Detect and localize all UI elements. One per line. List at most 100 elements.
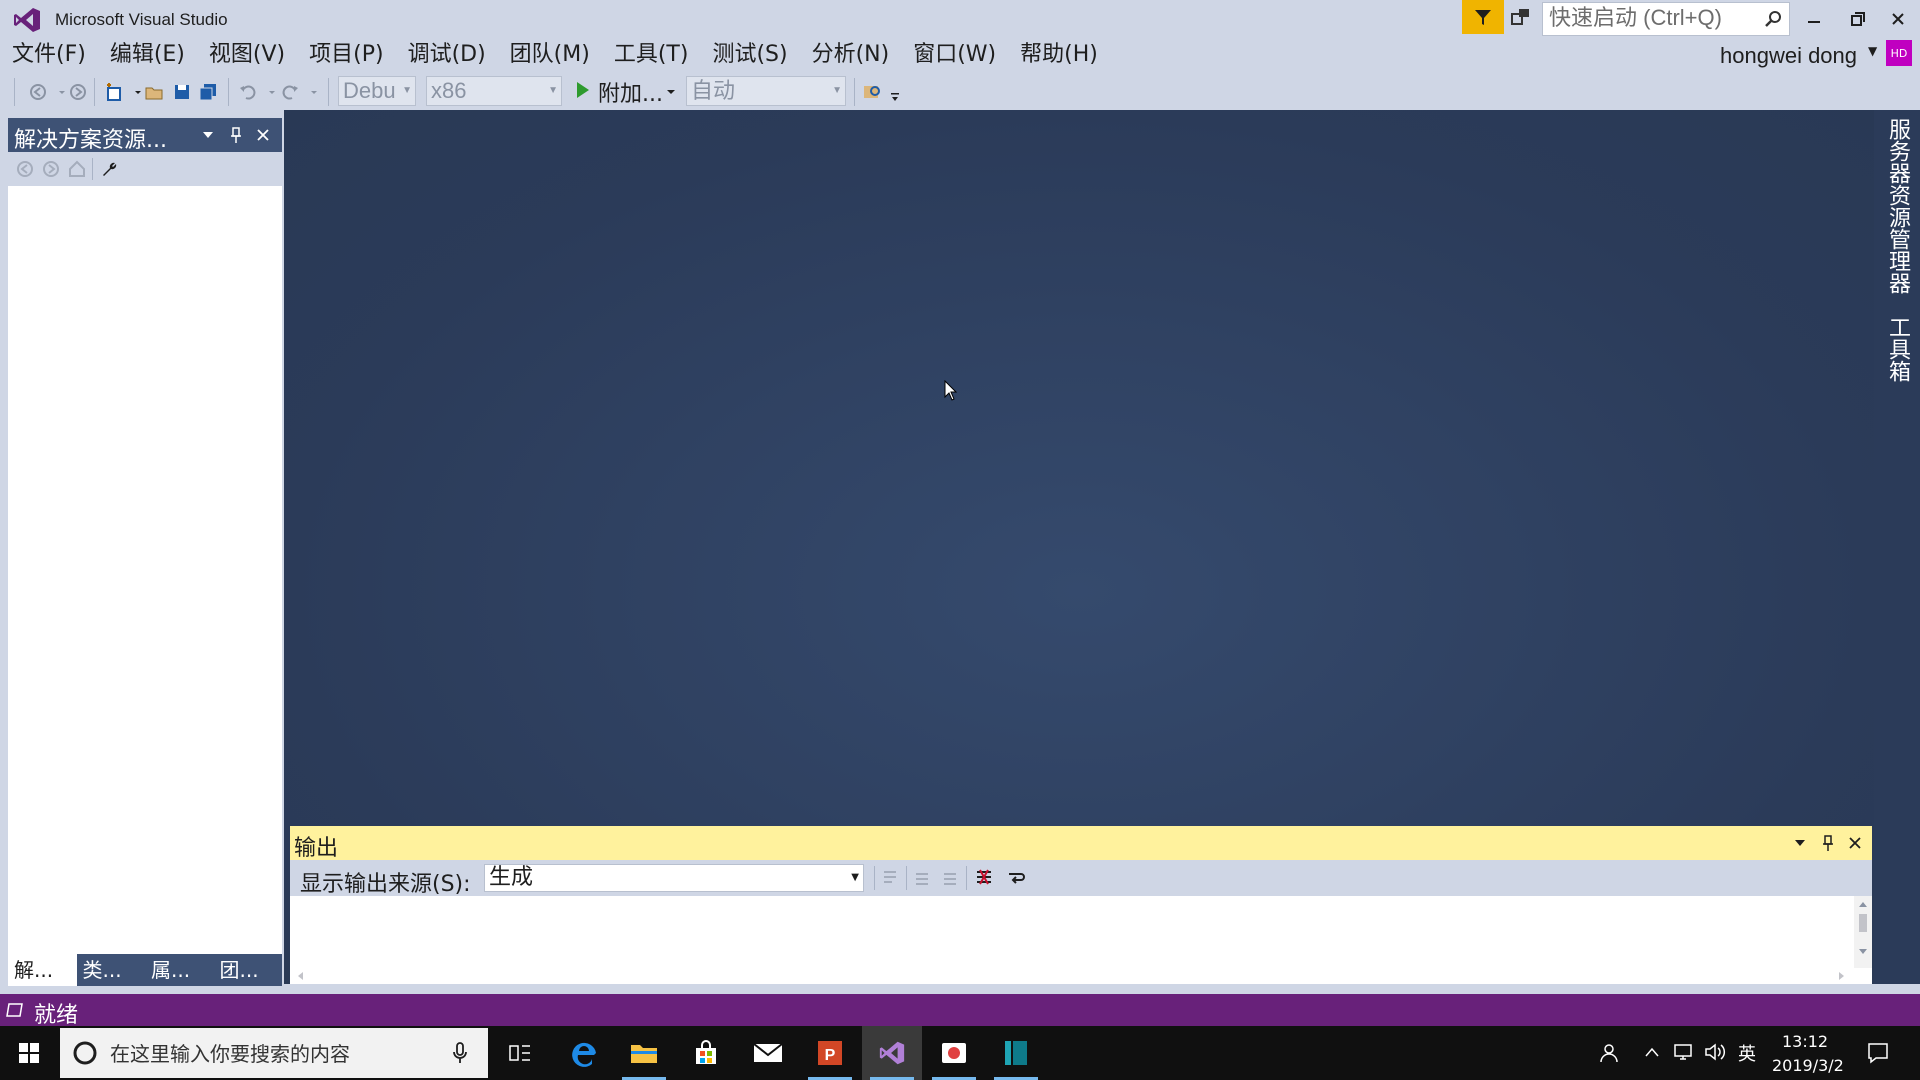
microphone-icon[interactable] — [452, 1041, 468, 1065]
task-view-button[interactable] — [490, 1026, 550, 1080]
output-text-area[interactable] — [290, 896, 1872, 984]
previous-message-icon[interactable] — [912, 868, 932, 888]
user-name[interactable]: hongwei dong — [1720, 43, 1857, 69]
chevron-down-icon[interactable] — [262, 82, 282, 102]
avatar[interactable]: HD — [1886, 40, 1912, 66]
scroll-right-icon[interactable] — [1838, 971, 1846, 981]
clear-all-icon[interactable] — [974, 868, 994, 888]
pin-icon[interactable] — [230, 126, 242, 144]
toolbar-grip[interactable] — [14, 78, 15, 106]
taskbar-search-box[interactable] — [60, 1028, 488, 1078]
chevron-down-icon[interactable] — [1794, 838, 1806, 848]
screen-recorder-icon — [942, 1043, 966, 1063]
quick-launch-box[interactable] — [1542, 2, 1790, 36]
vertical-scrollbar[interactable] — [1854, 896, 1872, 968]
tab-properties[interactable]: 属... — [145, 954, 214, 986]
open-file-icon[interactable] — [144, 82, 164, 102]
taskbar-app-recorder[interactable] — [924, 1026, 984, 1080]
feedback-icon[interactable] — [1510, 6, 1532, 28]
taskbar-app-powerpoint[interactable]: P — [800, 1026, 860, 1080]
start-debugging-icon[interactable] — [576, 80, 590, 100]
taskbar-app-file-explorer[interactable] — [614, 1026, 674, 1080]
save-all-icon[interactable] — [198, 82, 218, 102]
undo-icon[interactable] — [238, 82, 258, 102]
find-in-files-icon[interactable] — [862, 82, 882, 102]
close-icon[interactable] — [1848, 836, 1862, 850]
network-icon[interactable] — [1672, 1042, 1694, 1062]
taskbar-app-visual-studio[interactable] — [862, 1026, 922, 1080]
next-message-icon[interactable] — [940, 868, 960, 888]
input-method-indicator[interactable]: 英 — [1738, 1040, 1756, 1066]
tab-solution-explorer[interactable]: 解... — [8, 954, 77, 986]
home-icon[interactable] — [68, 160, 86, 178]
word-wrap-icon[interactable] — [1006, 868, 1026, 888]
search-icon[interactable] — [1763, 9, 1783, 29]
solution-configuration-select[interactable]: Debu ▼ — [338, 76, 416, 106]
start-button[interactable] — [0, 1026, 58, 1080]
save-icon[interactable] — [172, 82, 192, 102]
output-source-select[interactable]: 生成 ▼ — [484, 864, 864, 892]
notifications-filter-button[interactable] — [1462, 0, 1504, 34]
windows-logo-icon — [19, 1043, 39, 1063]
navigate-forward-icon[interactable] — [68, 82, 88, 102]
volume-icon[interactable] — [1704, 1042, 1726, 1062]
store-icon — [696, 1040, 716, 1064]
people-icon[interactable] — [1598, 1042, 1620, 1064]
clock-date[interactable]: 2019/3/2 — [1772, 1056, 1844, 1075]
chevron-down-icon[interactable] — [304, 82, 324, 102]
scroll-thumb[interactable] — [1859, 914, 1867, 932]
solution-platform-select[interactable]: x86 ▼ — [426, 76, 562, 106]
close-icon[interactable] — [256, 128, 270, 142]
horizontal-scrollbar[interactable] — [290, 968, 1854, 984]
scroll-up-icon[interactable] — [1858, 900, 1868, 908]
taskbar-search-input[interactable] — [108, 1038, 432, 1070]
action-center-icon[interactable] — [1866, 1041, 1890, 1065]
menu-debug[interactable]: 调试(D) — [396, 40, 498, 70]
toolbox-tab[interactable]: 工具箱 — [1874, 316, 1920, 390]
new-project-icon[interactable] — [104, 82, 124, 102]
toolbar-separator — [228, 78, 229, 106]
solution-explorer-tabs: 解... 类... 属... 团... — [8, 954, 282, 986]
menu-analyze[interactable]: 分析(N) — [800, 40, 902, 70]
menu-file[interactable]: 文件(F) — [0, 40, 98, 70]
tab-class-view[interactable]: 类... — [76, 954, 145, 986]
scroll-left-icon[interactable] — [296, 971, 304, 981]
chevron-up-icon[interactable] — [1644, 1046, 1660, 1058]
navigate-back-icon[interactable] — [28, 82, 48, 102]
go-to-message-icon[interactable] — [880, 868, 900, 888]
server-explorer-tab[interactable]: 服务器资源管理器 — [1874, 118, 1920, 304]
chevron-down-icon[interactable] — [666, 84, 676, 100]
start-button-label[interactable]: 附加... — [598, 76, 663, 108]
menu-help[interactable]: 帮助(H) — [1008, 40, 1110, 70]
back-icon[interactable] — [16, 160, 34, 178]
tab-team-explorer[interactable]: 团... — [213, 954, 282, 986]
scroll-down-icon[interactable] — [1858, 948, 1868, 956]
chevron-down-icon[interactable]: ▼ — [1868, 44, 1877, 58]
windows-taskbar: P 英 13:12 2019/3/2 — [0, 1026, 1920, 1080]
taskbar-app-store[interactable] — [676, 1026, 736, 1080]
menu-project[interactable]: 项目(P) — [297, 40, 395, 70]
taskbar-app-mail[interactable] — [738, 1026, 798, 1080]
pin-icon[interactable] — [1822, 834, 1834, 852]
menu-window[interactable]: 窗口(W) — [901, 40, 1008, 70]
menu-view[interactable]: 视图(V) — [197, 40, 297, 70]
debug-target-select[interactable]: 自动 ▼ — [686, 76, 846, 106]
forward-icon[interactable] — [42, 160, 60, 178]
menu-edit[interactable]: 编辑(E) — [98, 40, 197, 70]
quick-launch-input[interactable] — [1543, 3, 1765, 33]
restore-button[interactable] — [1838, 6, 1878, 32]
properties-wrench-icon[interactable] — [100, 160, 118, 178]
toolbar-overflow-icon[interactable] — [890, 92, 900, 104]
clock-time[interactable]: 13:12 — [1782, 1032, 1828, 1051]
output-source-label: 显示输出来源(S): — [300, 872, 471, 897]
chevron-down-icon[interactable] — [202, 130, 214, 140]
taskbar-app-edge[interactable] — [554, 1026, 614, 1080]
redo-icon[interactable] — [280, 82, 300, 102]
menu-team[interactable]: 团队(M) — [498, 40, 602, 70]
minimize-button[interactable] — [1794, 6, 1834, 32]
close-button[interactable] — [1878, 6, 1918, 32]
menu-test[interactable]: 测试(S) — [700, 40, 799, 70]
taskbar-app-editor[interactable] — [986, 1026, 1046, 1080]
visual-studio-icon — [879, 1041, 905, 1065]
menu-tools[interactable]: 工具(T) — [602, 40, 701, 70]
